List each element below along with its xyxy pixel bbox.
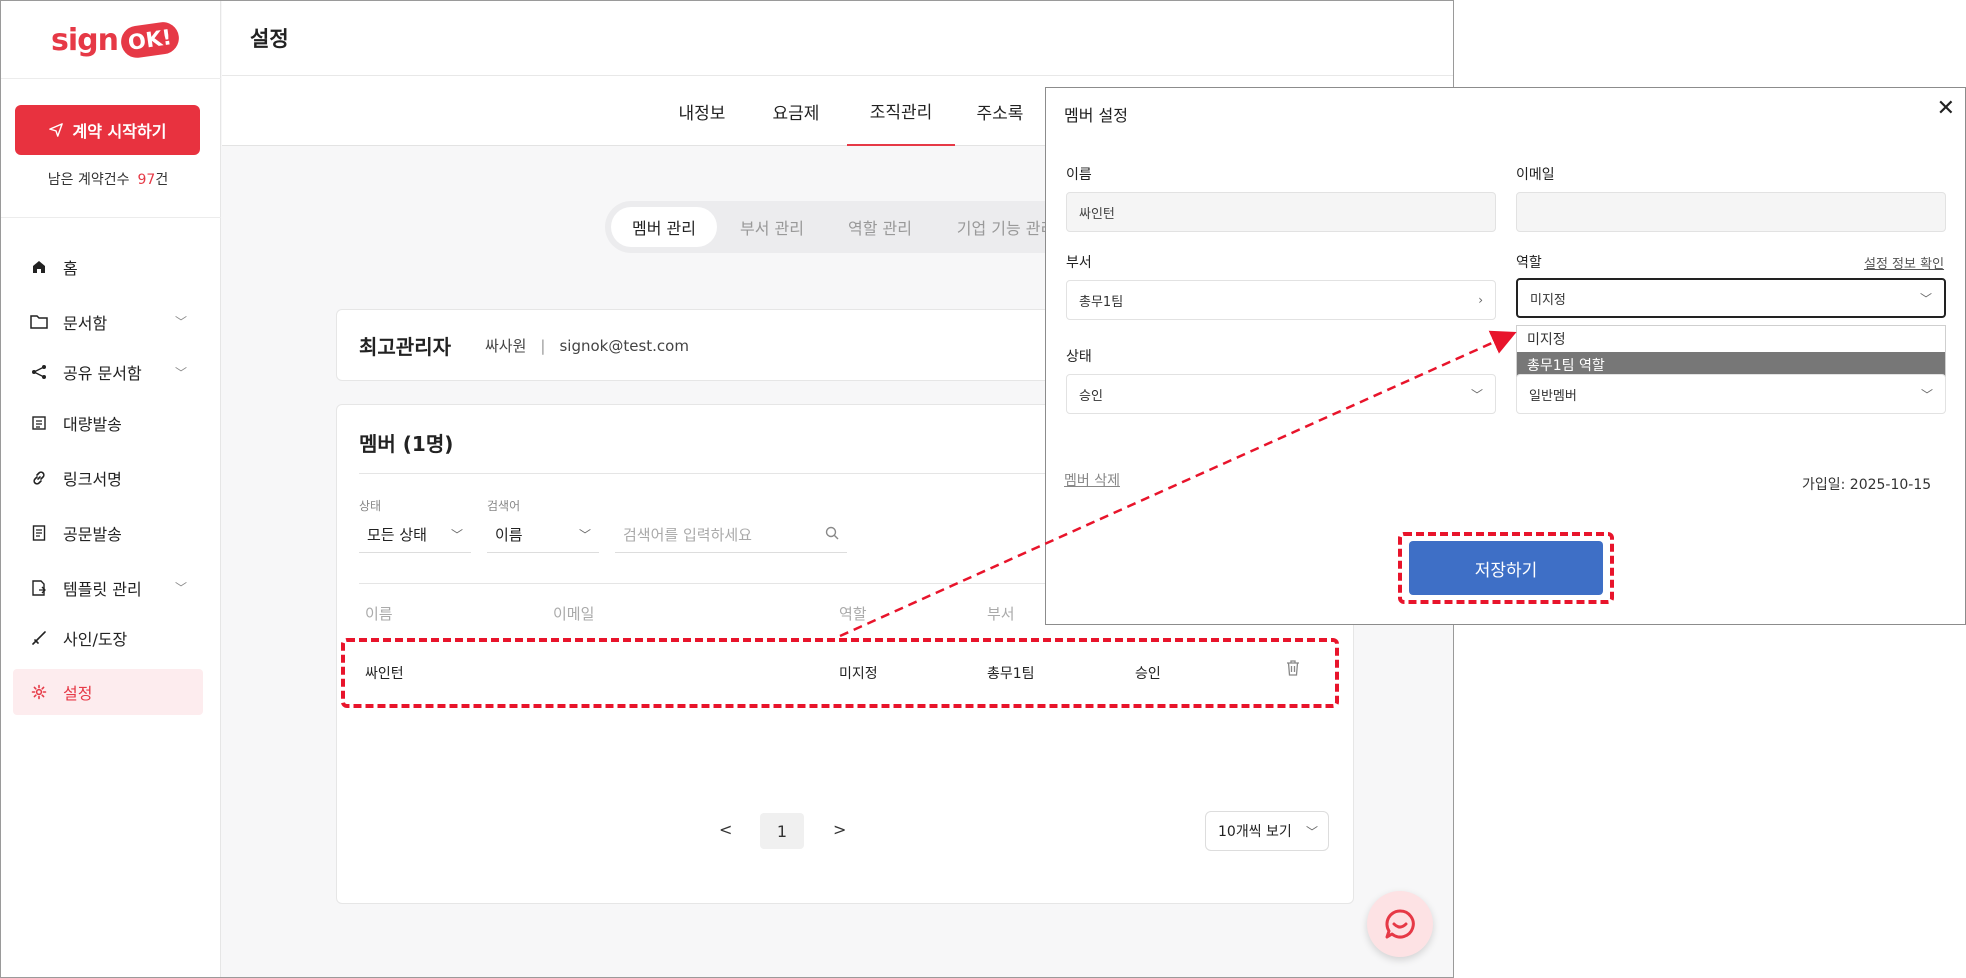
annotation-arrow — [839, 330, 1517, 638]
